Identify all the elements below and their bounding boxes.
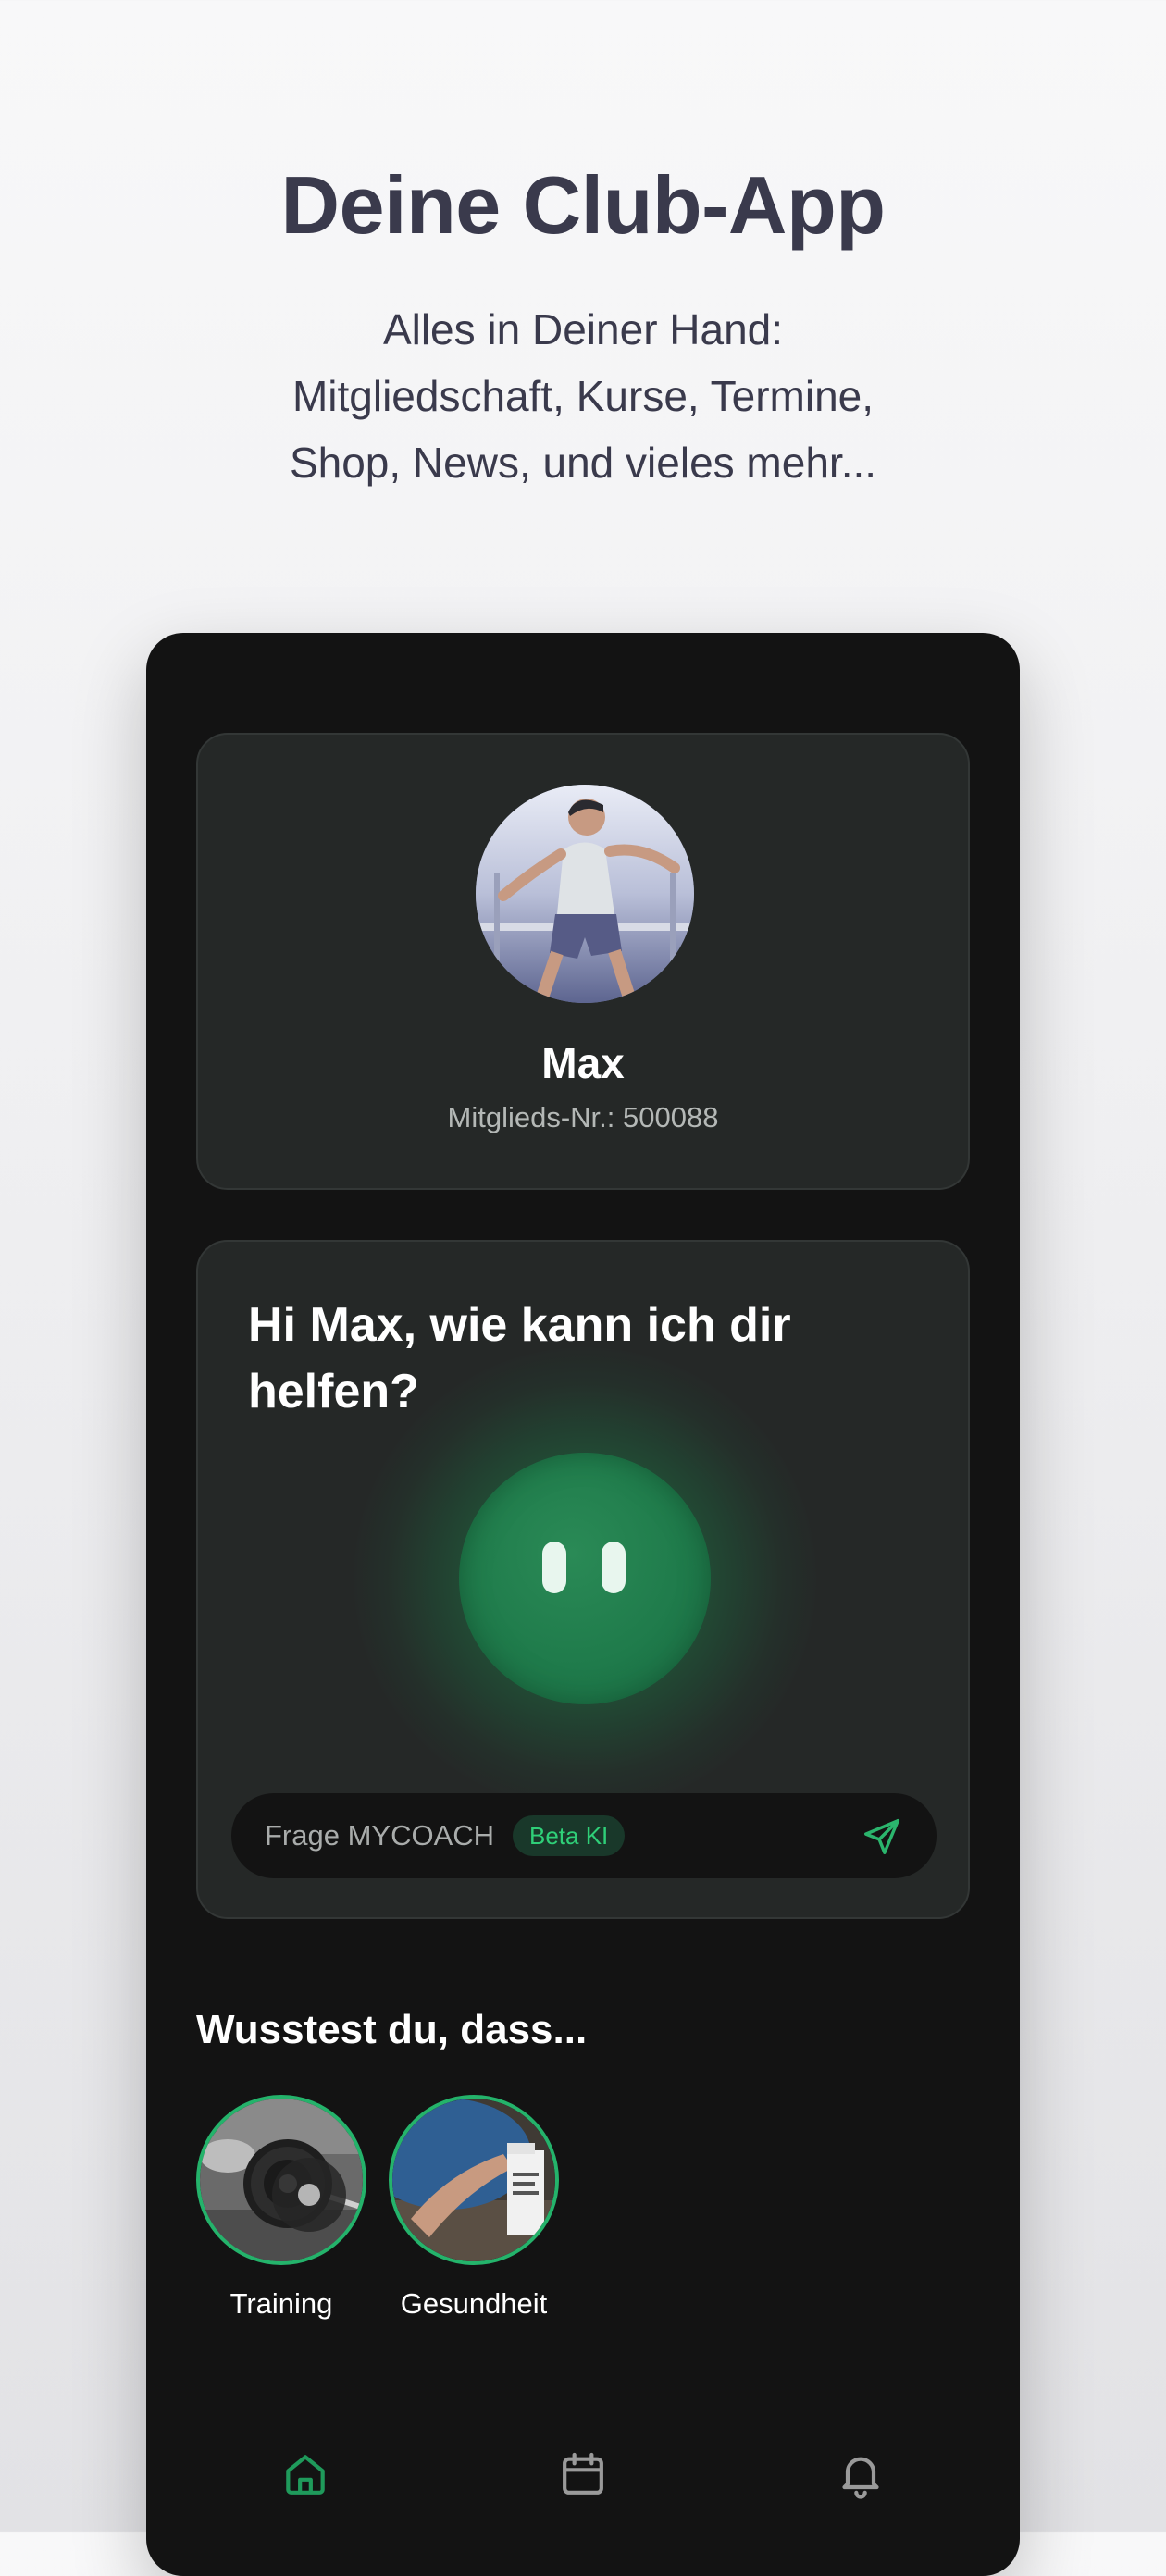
barbell-photo-icon[interactable] [196,2095,366,2265]
story-gesundheit[interactable]: Gesundheit [389,2095,559,2320]
profile-name: Max [541,1039,625,1087]
coach-eye-right [602,1542,626,1593]
send-icon[interactable] [861,1815,903,1858]
avatar[interactable] [476,785,694,1003]
avatar-photo [476,785,694,1003]
coach-input-placeholder[interactable]: Frage MYCOACH [265,1821,494,1850]
story-training[interactable]: Training [196,2095,366,2320]
coach-input[interactable]: Frage MYCOACH Beta KI [231,1793,937,1878]
bell-icon[interactable] [835,2448,887,2500]
hero-subtitle-line-3: Shop, News, und vieles mehr... [289,439,877,487]
story-label: Training [229,2287,333,2320]
calendar-icon[interactable] [557,2448,609,2500]
phone-frame: Max Mitglieds-Nr.: 500088 Hi Max, wie ka… [146,633,1020,2576]
coach-card: Hi Max, wie kann ich dir helfen? Frage M… [196,1240,970,1919]
home-icon[interactable] [279,2448,331,2500]
coach-avatar-icon[interactable] [459,1453,711,1704]
beta-badge: Beta KI [513,1815,626,1856]
tips-title: Wusstest du, dass... [196,2007,588,2052]
hero-subtitle-line-1: Alles in Deiner Hand: [382,305,784,353]
member-number: Mitglieds-Nr.: 500088 [447,1101,719,1133]
coach-greeting: Hi Max, wie kann ich dir helfen? [248,1298,791,1418]
coach-eye-left [542,1542,566,1593]
story-label: Gesundheit [400,2287,548,2320]
hero-title: Deine Club-App [280,159,886,251]
health-photo-icon[interactable] [389,2095,559,2265]
profile-card[interactable]: Max Mitglieds-Nr.: 500088 [196,733,970,1190]
hero-subtitle-line-2: Mitgliedschaft, Kurse, Termine, [292,372,874,420]
